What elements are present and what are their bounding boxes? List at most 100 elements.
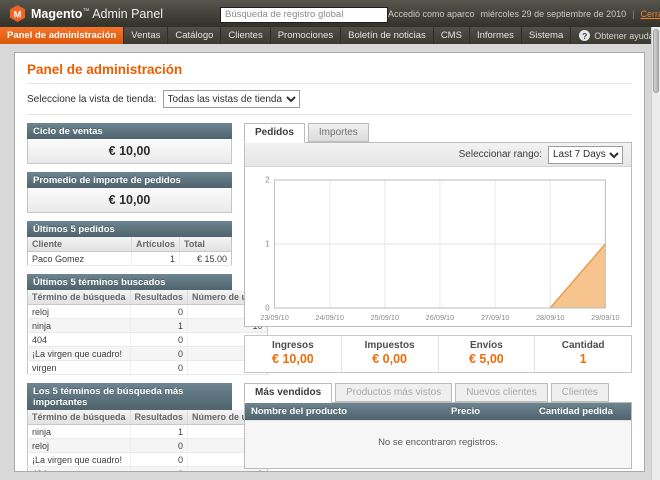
- nav-item-dashboard[interactable]: Panel de administración: [0, 27, 124, 44]
- column-header-articulos: Artículos: [131, 237, 179, 252]
- nav-item-informes[interactable]: Informes: [470, 27, 522, 44]
- svg-text:27/09/10: 27/09/10: [481, 313, 510, 322]
- column-header-precio: Precio: [445, 403, 533, 420]
- products-table: Nombre del producto Precio Cantidad pedi…: [245, 403, 631, 420]
- table-cell: 0: [130, 467, 188, 473]
- stat-impuestos: Impuestos € 0,00: [341, 336, 438, 372]
- brand-name: Magento: [31, 7, 82, 21]
- table-cell: reloj: [28, 305, 131, 319]
- last-search-terms-table: Término de búsqueda Resultados Número de…: [27, 290, 268, 375]
- svg-text:23/09/10: 23/09/10: [260, 313, 289, 322]
- stat-label: Ingresos: [247, 340, 339, 351]
- nav-item-sistema[interactable]: Sistema: [522, 27, 571, 44]
- table-cell: 404: [28, 467, 131, 473]
- table-row: ¡La virgen que cuadro!02: [28, 453, 268, 467]
- table-cell: 0: [130, 347, 188, 361]
- table-row: ¡La virgen que cuadro!02: [28, 347, 268, 361]
- range-select[interactable]: Last 7 Days: [548, 146, 623, 164]
- header-user-area: Accedió como aparco miércoles 29 de sept…: [388, 9, 660, 19]
- stat-value: € 0,00: [344, 352, 436, 366]
- table-cell: 0: [130, 453, 188, 467]
- last-search-terms-body: reloj02ninja11040401¡La virgen que cuadr…: [28, 305, 268, 375]
- last-search-terms-block: Últimos 5 términos buscados Término de b…: [27, 274, 232, 375]
- table-cell: 1: [130, 319, 188, 333]
- main-nav: Panel de administración Ventas Catálogo …: [0, 27, 660, 44]
- magento-admin-screen: M Magento™ Admin Panel Accedió como apar…: [0, 0, 660, 480]
- average-orders-header: Promedio de importe de pedidos: [27, 172, 232, 188]
- table-cell: 0: [130, 333, 188, 347]
- global-search-input[interactable]: [220, 7, 388, 23]
- svg-text:29/09/10: 29/09/10: [591, 313, 620, 322]
- stat-value: 1: [537, 352, 629, 366]
- table-cell: reloj: [28, 439, 131, 453]
- last-search-terms-header: Últimos 5 términos buscados: [27, 274, 232, 290]
- lifetime-sales-header: Ciclo de ventas: [27, 123, 232, 139]
- last-orders-block: Últimos 5 pedidos Cliente Artículos Tota…: [27, 221, 232, 266]
- table-cell: ¡La virgen que cuadro!: [28, 453, 131, 467]
- table-header-row: Nombre del producto Precio Cantidad pedi…: [245, 403, 631, 420]
- stat-label: Cantidad: [537, 340, 629, 351]
- svg-text:M: M: [14, 9, 22, 19]
- nav-item-boletin[interactable]: Boletín de noticias: [341, 27, 434, 44]
- table-cell: ninja: [28, 319, 131, 333]
- table-header-row: Cliente Artículos Total: [28, 237, 232, 252]
- page-help-link[interactable]: ? Obtener ayuda para esta página: [571, 27, 660, 44]
- empty-records-message: No se encontraron registros.: [245, 420, 631, 468]
- tab-nuevos-clientes[interactable]: Nuevos clientes: [455, 383, 548, 402]
- chart-area: 01223/09/1024/09/1025/09/1026/09/1027/09…: [245, 167, 631, 326]
- table-cell: 0: [130, 305, 188, 319]
- scrollbar-thumb[interactable]: [653, 29, 659, 93]
- last-orders-body: Paco Gomez1€ 15.00: [28, 252, 232, 266]
- table-cell: 0: [130, 439, 188, 453]
- dashboard-left-column: Ciclo de ventas € 10,00 Promedio de impo…: [27, 123, 232, 472]
- nav-item-clientes[interactable]: Clientes: [221, 27, 270, 44]
- table-cell: 1: [131, 252, 179, 266]
- tab-mas-vendidos[interactable]: Más vendidos: [244, 383, 332, 403]
- chart-box: Seleccionar rango: Last 7 Days 01223/09/…: [244, 142, 632, 327]
- help-icon: ?: [579, 30, 590, 41]
- store-view-switcher: Seleccione la vista de tienda: Todas las…: [27, 84, 632, 114]
- app-title: Magento™ Admin Panel: [31, 7, 163, 21]
- column-header-termino: Término de búsqueda: [28, 290, 131, 305]
- column-header-nombre-producto: Nombre del producto: [245, 403, 445, 420]
- column-header-termino: Término de búsqueda: [28, 410, 131, 425]
- stat-envios: Envíos € 5,00: [438, 336, 535, 372]
- nav-item-ventas[interactable]: Ventas: [124, 27, 168, 44]
- tab-importes[interactable]: Importes: [308, 123, 369, 142]
- products-tabs: Más vendidos Productos más vistos Nuevos…: [244, 383, 632, 402]
- logout-link[interactable]: Cerrar Sesión: [640, 9, 660, 19]
- svg-text:25/09/10: 25/09/10: [371, 313, 400, 322]
- column-header-resultados: Resultados: [130, 290, 188, 305]
- table-header-row: Término de búsqueda Resultados Número de…: [28, 290, 268, 305]
- column-header-total: Total: [180, 237, 232, 252]
- top-search-terms-table: Término de búsqueda Resultados Número de…: [27, 410, 268, 472]
- table-row: ninja110: [28, 319, 268, 333]
- tab-productos-mas-vistos[interactable]: Productos más vistos: [335, 383, 452, 402]
- column-header-resultados: Resultados: [130, 410, 188, 425]
- average-orders-value: € 10,00: [27, 188, 232, 213]
- svg-text:24/09/10: 24/09/10: [315, 313, 344, 322]
- vertical-scrollbar[interactable]: [651, 27, 660, 480]
- nav-item-catalogo[interactable]: Catálogo: [168, 27, 221, 44]
- dashboard-panel: Panel de administración Seleccione la vi…: [14, 52, 645, 472]
- last-orders-header: Últimos 5 pedidos: [27, 221, 232, 237]
- stat-ingresos: Ingresos € 10,00: [245, 336, 341, 372]
- table-cell: 404: [28, 333, 131, 347]
- orders-chart: 01223/09/1024/09/1025/09/1026/09/1027/09…: [253, 174, 623, 324]
- table-header-row: Término de búsqueda Resultados Número de…: [28, 410, 268, 425]
- magento-logo: M Magento™ Admin Panel: [10, 5, 220, 22]
- app-header: M Magento™ Admin Panel Accedió como apar…: [0, 0, 660, 27]
- tab-clientes[interactable]: Clientes: [551, 383, 609, 402]
- range-label: Seleccionar rango:: [459, 149, 542, 160]
- page-title: Panel de administración: [27, 62, 632, 77]
- lifetime-sales-block: Ciclo de ventas € 10,00: [27, 123, 232, 164]
- store-view-select[interactable]: Todas las vistas de tienda: [163, 90, 300, 108]
- tab-pedidos[interactable]: Pedidos: [244, 123, 305, 143]
- table-cell: ¡La virgen que cuadro!: [28, 347, 131, 361]
- top-search-terms-body: ninja110reloj02¡La virgen que cuadro!024…: [28, 425, 268, 473]
- stat-cantidad: Cantidad 1: [534, 336, 631, 372]
- nav-item-cms[interactable]: CMS: [434, 27, 470, 44]
- table-cell: 1: [130, 425, 188, 439]
- table-cell: ninja: [28, 425, 131, 439]
- nav-item-promociones[interactable]: Promociones: [271, 27, 341, 44]
